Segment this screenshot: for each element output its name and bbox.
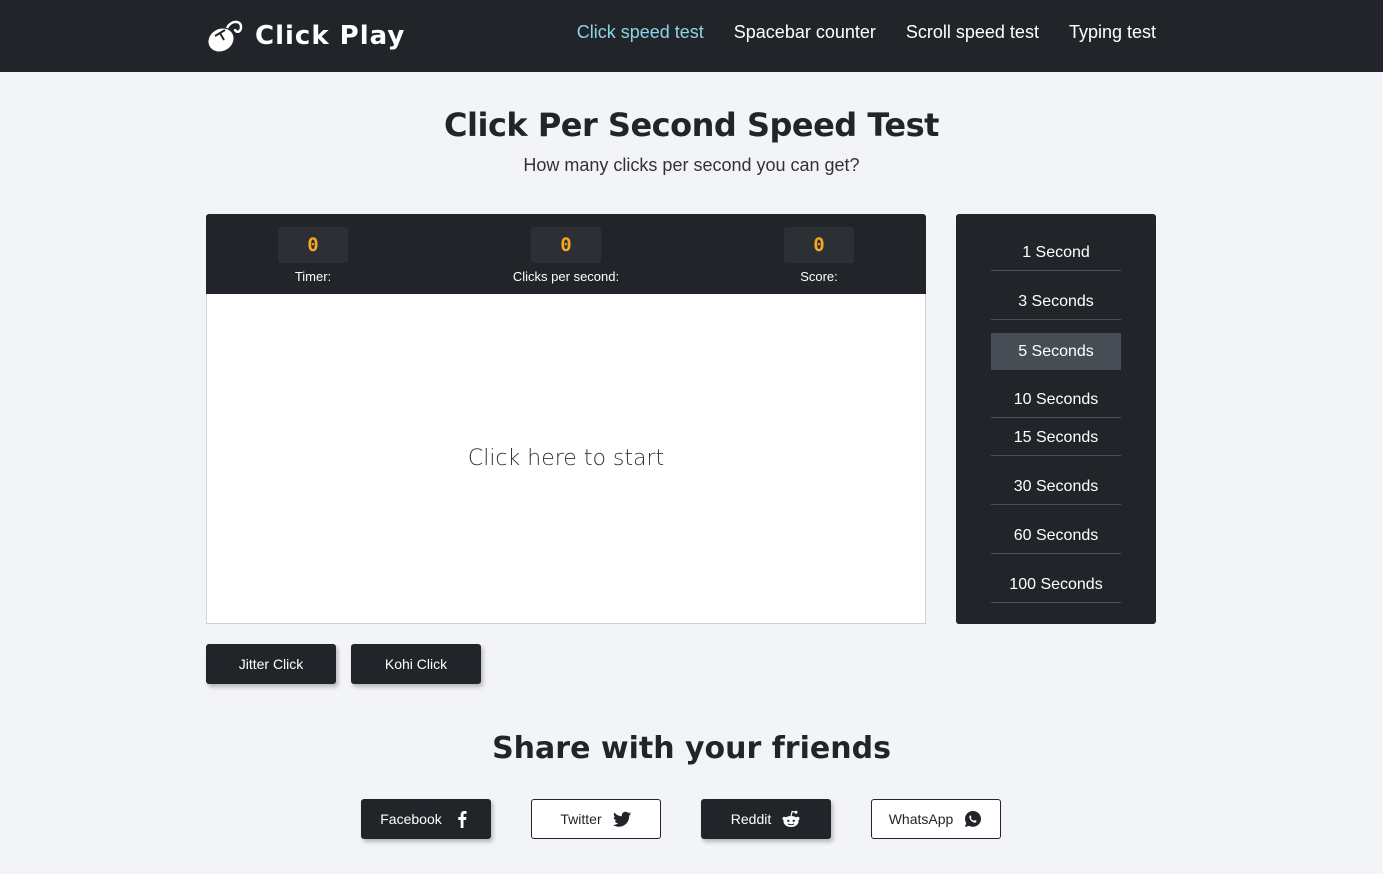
duration-15-seconds[interactable]: 15 Seconds [991, 419, 1121, 456]
brand[interactable]: Click Play [205, 16, 405, 56]
cps-label: Clicks per second: [512, 269, 620, 284]
duration-3-seconds[interactable]: 3 Seconds [991, 283, 1121, 320]
navbar: Click Play Click speed test Spacebar cou… [0, 0, 1383, 72]
reddit-icon [782, 810, 800, 827]
nav-click-speed-test[interactable]: Click speed test [577, 22, 704, 43]
cps-value: 0 [531, 227, 601, 263]
whatsapp-label: WhatsApp [888, 811, 954, 827]
jitter-click-button[interactable]: Jitter Click [206, 644, 336, 684]
mouse-logo-icon [208, 20, 243, 52]
brand-name: Click Play [255, 21, 406, 51]
facebook-share-button[interactable]: Facebook [361, 799, 491, 839]
duration-1-second[interactable]: 1 Second [991, 234, 1121, 271]
duration-100-seconds[interactable]: 100 Seconds [991, 566, 1121, 603]
twitter-label: Twitter [560, 811, 602, 827]
click-area-label: Click here to start [467, 446, 665, 471]
score-label: Score: [800, 269, 838, 284]
duration-30-seconds[interactable]: 30 Seconds [991, 468, 1121, 505]
click-area[interactable]: Click here to start [206, 294, 926, 624]
kohi-click-button[interactable]: Kohi Click [351, 644, 481, 684]
stats-bar: 0 Timer: 0 Clicks per second: 0 Score: [206, 214, 926, 294]
timer-value: 0 [278, 227, 348, 263]
duration-60-seconds[interactable]: 60 Seconds [991, 517, 1121, 554]
whatsapp-icon [965, 811, 982, 827]
duration-5-seconds[interactable]: 5 Seconds [991, 333, 1121, 370]
timer-stat: 0 Timer: [213, 227, 413, 284]
score-value: 0 [784, 227, 854, 263]
facebook-icon [457, 811, 467, 828]
reddit-label: Reddit [730, 811, 772, 827]
reddit-share-button[interactable]: Reddit [701, 799, 831, 839]
twitter-share-button[interactable]: Twitter [531, 799, 661, 839]
nav-spacebar-counter[interactable]: Spacebar counter [734, 22, 876, 43]
twitter-icon [612, 811, 631, 827]
share-title: Share with your friends [492, 731, 891, 766]
cps-stat: 0 Clicks per second: [466, 227, 666, 284]
nav-typing-test[interactable]: Typing test [1069, 22, 1156, 43]
facebook-label: Facebook [380, 811, 442, 827]
duration-panel: 1 Second 3 Seconds 5 Seconds 10 Seconds … [956, 214, 1156, 624]
page-title: Click Per Second Speed Test [444, 106, 939, 144]
score-stat: 0 Score: [719, 227, 919, 284]
timer-label: Timer: [294, 269, 332, 284]
page-subtitle: How many clicks per second you can get? [523, 155, 860, 175]
whatsapp-share-button[interactable]: WhatsApp [871, 799, 1001, 839]
nav-scroll-speed-test[interactable]: Scroll speed test [906, 22, 1039, 43]
duration-10-seconds[interactable]: 10 Seconds [991, 381, 1121, 418]
main-nav: Click speed test Spacebar counter Scroll… [547, 22, 1156, 43]
